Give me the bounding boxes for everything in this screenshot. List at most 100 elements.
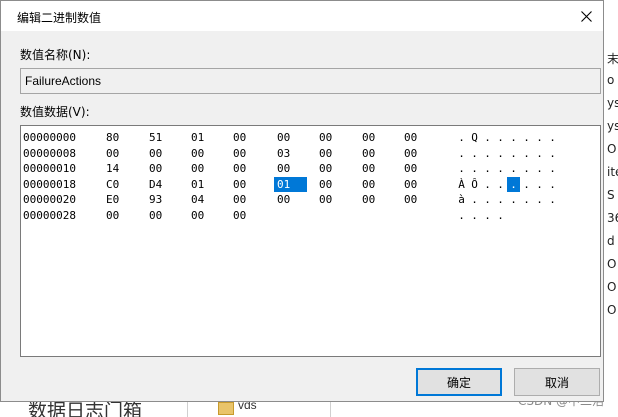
close-button[interactable] — [569, 1, 603, 31]
ascii-char[interactable]: . — [546, 192, 559, 207]
ascii-char[interactable]: . — [455, 208, 468, 223]
ascii-char[interactable]: . — [494, 146, 507, 161]
ascii-char[interactable]: . — [520, 146, 533, 161]
ascii-char[interactable]: à — [455, 192, 468, 207]
hex-byte[interactable]: 80 — [106, 130, 119, 145]
hex-byte[interactable]: 00 — [191, 146, 204, 161]
hex-byte[interactable]: 00 — [191, 208, 204, 223]
hex-byte[interactable]: 00 — [277, 192, 290, 207]
hex-byte[interactable]: C0 — [106, 177, 119, 192]
ascii-char[interactable]: . — [481, 161, 494, 176]
value-name-field[interactable]: FailureActions — [20, 68, 601, 94]
ascii-char[interactable]: . — [546, 130, 559, 145]
ascii-char[interactable]: . — [520, 130, 533, 145]
hex-byte[interactable]: 00 — [404, 130, 417, 145]
ascii-char[interactable]: . — [494, 130, 507, 145]
hex-byte[interactable]: 00 — [319, 130, 332, 145]
hex-byte[interactable]: 51 — [149, 130, 162, 145]
hex-byte[interactable]: 04 — [191, 192, 204, 207]
ascii-char[interactable]: Ô — [468, 177, 481, 192]
ascii-char[interactable]: . — [455, 130, 468, 145]
hex-byte[interactable]: D4 — [149, 177, 162, 192]
hex-byte[interactable]: 03 — [277, 146, 290, 161]
hex-byte[interactable]: 00 — [233, 146, 246, 161]
ascii-char[interactable]: À — [455, 177, 468, 192]
ascii-char[interactable]: Q — [468, 130, 481, 145]
hex-editor[interactable]: 00000000 80 51 01 00 00 00 00 00. Q...... 00000008… — [20, 125, 601, 357]
hex-byte[interactable]: 14 — [106, 161, 119, 176]
hex-byte[interactable]: 00 — [362, 177, 375, 192]
hex-row[interactable]: 00000020 E0 93 04 00 00 00 00 00 à....... — [21, 192, 600, 207]
ascii-char[interactable]: . — [481, 146, 494, 161]
hex-byte[interactable]: E0 — [106, 192, 119, 207]
hex-byte[interactable]: 00 — [277, 161, 290, 176]
hex-byte[interactable]: 00 — [404, 177, 417, 192]
hex-byte[interactable]: 00 — [277, 130, 290, 145]
hex-byte[interactable]: 00 — [233, 130, 246, 145]
hex-byte[interactable]: 01 — [191, 130, 204, 145]
hex-byte[interactable]: 00 — [319, 146, 332, 161]
ascii-char[interactable]: . — [533, 130, 546, 145]
hex-byte[interactable]: 00 — [319, 161, 332, 176]
hex-byte[interactable]: 00 — [191, 161, 204, 176]
ascii-char[interactable]: . — [507, 146, 520, 161]
hex-byte[interactable]: 00 — [362, 146, 375, 161]
ascii-char[interactable]: . — [520, 177, 533, 192]
ascii-char[interactable]: . — [468, 208, 481, 223]
ascii-char[interactable]: . — [481, 208, 494, 223]
hex-byte[interactable]: 00 — [149, 146, 162, 161]
hex-byte[interactable]: 93 — [149, 192, 162, 207]
hex-row[interactable]: 00000008 00 00 00 00 03 00 00 00........ — [21, 146, 600, 161]
hex-byte[interactable]: 00 — [233, 208, 246, 223]
ascii-char[interactable]: . — [533, 161, 546, 176]
ascii-char[interactable]: . — [481, 177, 494, 192]
ascii-char[interactable]: . — [533, 177, 546, 192]
hex-byte[interactable]: 01 — [274, 176, 308, 192]
hex-row[interactable]: 00000028 00 00 00 00.... — [21, 208, 600, 223]
hex-byte[interactable]: 00 — [362, 161, 375, 176]
ascii-char[interactable]: . — [533, 146, 546, 161]
ascii-char[interactable]: . — [520, 192, 533, 207]
hex-byte[interactable]: 00 — [362, 130, 375, 145]
hex-byte[interactable]: 00 — [362, 192, 375, 207]
hex-row[interactable]: 00000018 C0 D4 01 00 01 00 00 00 À Ô...... — [21, 176, 600, 192]
ascii-char[interactable]: . — [546, 161, 559, 176]
hex-byte[interactable]: 00 — [404, 146, 417, 161]
hex-byte[interactable]: 00 — [233, 161, 246, 176]
ascii-char[interactable]: . — [481, 192, 494, 207]
hex-byte[interactable]: 00 — [404, 161, 417, 176]
ascii-char[interactable]: . — [455, 161, 468, 176]
hex-byte[interactable]: 00 — [404, 192, 417, 207]
ascii-char[interactable]: . — [507, 161, 520, 176]
ascii-char[interactable]: . — [494, 208, 507, 223]
hex-byte[interactable]: 00 — [319, 192, 332, 207]
cancel-button[interactable]: 取消 — [514, 368, 600, 396]
hex-row[interactable]: 00000010 14 00 00 00 00 00 00 00........ — [21, 161, 600, 176]
ascii-char[interactable]: . — [494, 177, 507, 192]
ascii-char[interactable]: . — [507, 130, 520, 145]
hex-byte[interactable]: 00 — [233, 192, 246, 207]
hex-byte[interactable]: 00 — [233, 177, 246, 192]
hex-byte[interactable]: 00 — [106, 208, 119, 223]
hex-byte[interactable]: 00 — [149, 161, 162, 176]
ascii-char[interactable]: . — [507, 192, 520, 207]
ascii-char[interactable]: . — [468, 146, 481, 161]
ascii-char[interactable]: . — [455, 146, 468, 161]
ascii-char[interactable]: . — [546, 146, 559, 161]
ok-button[interactable]: 确定 — [416, 368, 502, 396]
ascii-char[interactable]: . — [507, 176, 520, 192]
hex-row[interactable]: 00000000 80 51 01 00 00 00 00 00. Q...... — [21, 130, 600, 145]
ascii-char[interactable]: . — [481, 130, 494, 145]
ascii-char[interactable]: . — [468, 161, 481, 176]
hex-byte[interactable]: 00 — [106, 146, 119, 161]
ascii-char[interactable]: . — [546, 177, 559, 192]
ascii-char[interactable]: . — [494, 192, 507, 207]
ascii-char[interactable]: . — [494, 161, 507, 176]
ascii-char[interactable]: . — [468, 192, 481, 207]
ascii-char[interactable]: . — [533, 192, 546, 207]
ascii-char[interactable]: . — [520, 161, 533, 176]
hex-byte[interactable]: 01 — [191, 177, 204, 192]
title-bar[interactable]: 编辑二进制数值 — [1, 1, 603, 31]
hex-byte[interactable]: 00 — [149, 208, 162, 223]
hex-byte[interactable]: 00 — [319, 177, 332, 192]
